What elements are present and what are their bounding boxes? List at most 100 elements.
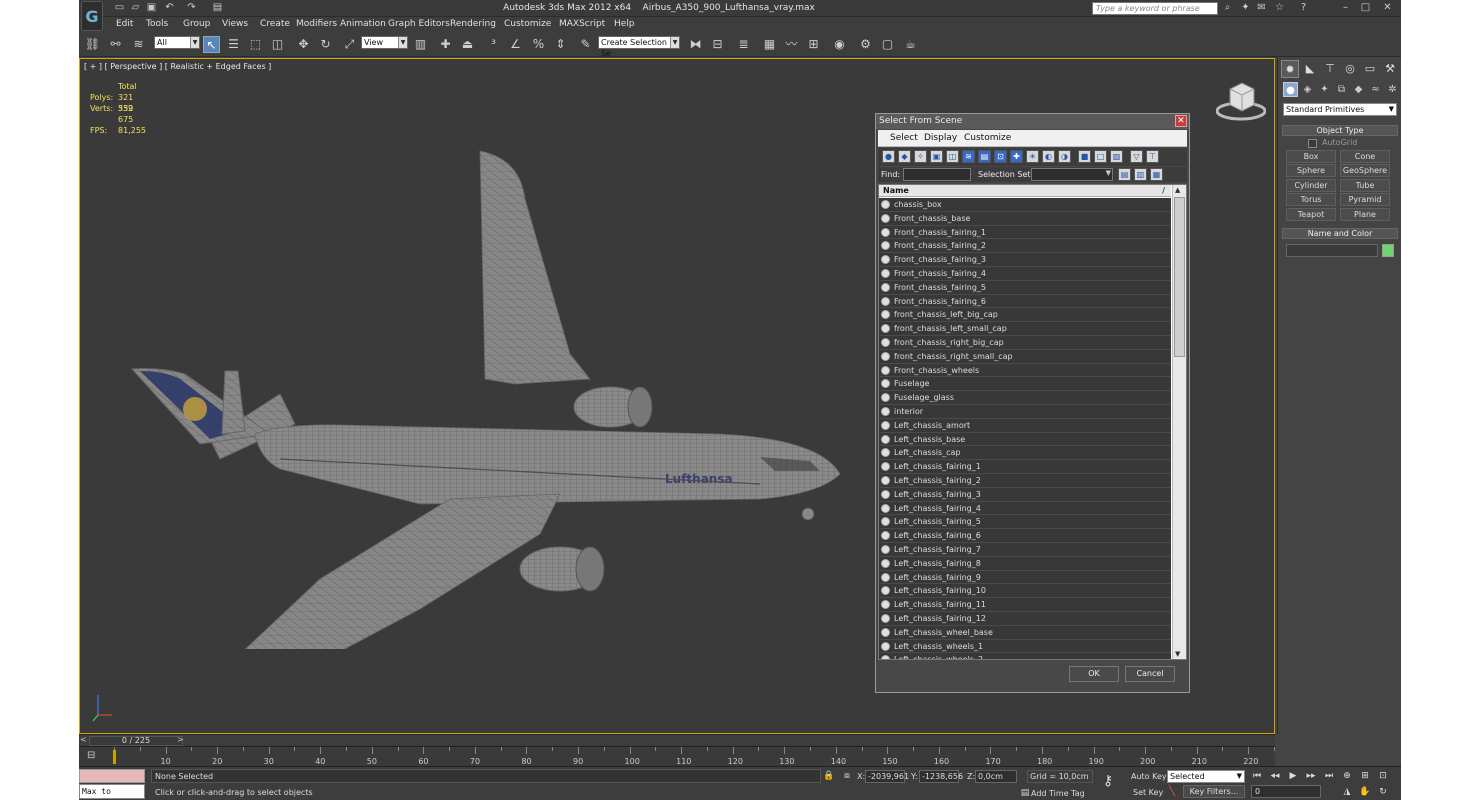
field-of-view-icon[interactable]: ◮ [1341, 786, 1353, 798]
list-item[interactable]: Front_chassis_fairing_2 [879, 239, 1171, 254]
geometry-icon[interactable]: ● [1283, 82, 1298, 97]
display-all-icon[interactable]: ☀ [1026, 150, 1039, 163]
x-coordinate-field[interactable]: -2039,961 [865, 770, 909, 783]
helpers-icon[interactable]: ◆ [1351, 82, 1366, 97]
pan-icon[interactable]: ✋ [1359, 786, 1371, 798]
primitive-plane-button[interactable]: Plane [1340, 208, 1390, 221]
list-item[interactable]: front_chassis_right_big_cap [879, 336, 1171, 350]
object-color-swatch[interactable] [1382, 244, 1394, 257]
list-item[interactable]: Left_chassis_fairing_7 [879, 543, 1171, 557]
time-next-icon[interactable]: > [177, 735, 184, 744]
render-production-icon[interactable]: ☕ [902, 36, 919, 53]
lock-selection-icon[interactable]: 🔒 [823, 770, 835, 782]
display-none-icon[interactable]: ◐ [1042, 150, 1055, 163]
list-item[interactable]: Left_chassis_fairing_6 [879, 529, 1171, 543]
cameras-icon[interactable]: ⧉ [1334, 82, 1349, 97]
list-item[interactable]: Left_chassis_cap [879, 446, 1171, 461]
set-key-icon[interactable]: ⚷ [1103, 773, 1123, 793]
window-crossing-icon[interactable]: ◫ [269, 36, 286, 53]
maxscript-listener-mini[interactable] [79, 769, 145, 783]
graphite-tools-icon[interactable]: ▦ [761, 36, 778, 53]
select-all-icon[interactable]: ■ [1078, 150, 1091, 163]
select-by-name-icon[interactable]: ☰ [225, 36, 242, 53]
motion-tab-icon[interactable]: ◎ [1341, 60, 1359, 78]
utilities-tab-icon[interactable]: ⚒ [1381, 60, 1399, 78]
list-item[interactable]: Left_chassis_wheel_base [879, 625, 1171, 640]
menu-customize[interactable]: Customize [504, 19, 551, 29]
primitive-sphere-button[interactable]: Sphere [1286, 164, 1336, 177]
scene-object-list[interactable]: Name / chassis_box Front_chassis_base Front… [878, 184, 1187, 660]
set-key-button[interactable]: Set Key [1133, 788, 1163, 797]
remove-from-set-icon[interactable]: ▦ [1150, 168, 1163, 181]
list-scrollbar[interactable]: ▲ ▼ [1172, 185, 1186, 659]
project-folder-icon[interactable]: ▤ [211, 2, 224, 14]
menu-tools[interactable]: Tools [146, 19, 168, 29]
material-editor-icon[interactable]: ◉ [831, 36, 848, 53]
display-groups-icon[interactable]: ▤ [978, 150, 991, 163]
aircraft-wireframe-model[interactable]: Lufthansa [120, 139, 860, 649]
menu-create[interactable]: Create [260, 19, 290, 29]
list-item[interactable]: Left_chassis_fairing_1 [879, 460, 1171, 474]
list-item[interactable]: Front_chassis_fairing_1 [879, 225, 1171, 240]
mini-curve-editor-icon[interactable]: ⊟ [87, 750, 101, 762]
curve-editor-icon[interactable]: 〰 [783, 36, 800, 53]
close-icon[interactable]: ✕ [1175, 115, 1187, 127]
list-item[interactable]: Front_chassis_wheels [879, 363, 1171, 378]
menu-edit[interactable]: Edit [116, 19, 133, 29]
go-to-end-icon[interactable]: ⏭ [1323, 770, 1335, 782]
binoculars-icon[interactable]: ⌕ [1221, 2, 1234, 14]
menu-animation[interactable]: Animation [340, 19, 386, 29]
primitive-torus-button[interactable]: Torus [1286, 193, 1336, 206]
lights-icon[interactable]: ✦ [1317, 82, 1332, 97]
scale-icon[interactable]: ⤢ [341, 36, 358, 53]
primitive-box-button[interactable]: Box [1286, 150, 1336, 163]
current-frame-marker[interactable] [113, 750, 116, 764]
display-lights-icon[interactable]: ✧ [914, 150, 927, 163]
select-manipulate-icon[interactable]: ✚ [437, 36, 454, 53]
go-to-start-icon[interactable]: ⏮ [1251, 770, 1263, 782]
current-frame-field[interactable]: 0 [1251, 785, 1321, 798]
schematic-view-icon[interactable]: ⊞ [805, 36, 822, 53]
selection-set-dropdown[interactable]: ▼ [1031, 168, 1113, 181]
shapes-icon[interactable]: ◈ [1300, 82, 1315, 97]
rendered-frame-icon[interactable]: ▢ [879, 36, 896, 53]
list-item[interactable]: Left_chassis_wheels_2 [879, 653, 1171, 659]
menu-maxscript[interactable]: MAXScript [559, 19, 605, 29]
primitive-cone-button[interactable]: Cone [1340, 150, 1390, 163]
open-file-icon[interactable]: ▱ [129, 2, 142, 14]
time-prev-icon[interactable]: < [80, 735, 87, 744]
list-item[interactable]: Left_chassis_fairing_12 [879, 612, 1171, 626]
reference-coordinate-dropdown[interactable]: View ▼ [361, 36, 408, 49]
angle-snap-icon[interactable]: ∠ [507, 36, 524, 53]
invert-display-icon[interactable]: ◑ [1058, 150, 1071, 163]
display-cameras-icon[interactable]: ▣ [930, 150, 943, 163]
selection-filter-dropdown[interactable]: All ▼ [154, 36, 200, 49]
ok-button[interactable]: OK [1069, 666, 1119, 682]
rectangular-selection-icon[interactable]: ⬚ [247, 36, 264, 53]
list-item[interactable]: chassis_box [879, 198, 1171, 212]
menu-rendering[interactable]: Rendering [450, 19, 496, 29]
list-item[interactable]: Front_chassis_base [879, 211, 1171, 226]
add-time-tag-button[interactable]: Add Time Tag [1031, 789, 1085, 798]
create-tab-icon[interactable]: ✹ [1281, 60, 1299, 78]
time-slider[interactable]: 0 / 225 [89, 736, 183, 746]
viewport-label[interactable]: [ + ] [ Perspective ] [ Realistic + Edge… [84, 62, 271, 71]
display-bones-icon[interactable]: ✚ [1010, 150, 1023, 163]
select-object-icon[interactable]: ↖ [203, 36, 220, 53]
cancel-button[interactable]: Cancel [1125, 666, 1175, 682]
play-icon[interactable]: ▶ [1287, 770, 1299, 782]
category-dropdown[interactable]: Standard Primitives ▼ [1283, 103, 1397, 116]
new-file-icon[interactable]: ▭ [113, 2, 126, 14]
list-item[interactable]: Fuselage [879, 377, 1171, 392]
snaps-toggle-icon[interactable]: ³ [485, 36, 502, 53]
search-input[interactable]: Type a keyword or phrase [1092, 2, 1218, 15]
display-spacewarps-icon[interactable]: ≋ [962, 150, 975, 163]
help-icon[interactable]: ? [1297, 2, 1310, 14]
key-mode-dropdown[interactable]: Selected ▼ [1167, 770, 1245, 783]
align-icon[interactable]: ⊟ [709, 36, 726, 53]
edit-named-selection-icon[interactable]: ✎ [577, 36, 594, 53]
primitive-teapot-button[interactable]: Teapot [1286, 208, 1336, 221]
modify-tab-icon[interactable]: ◣ [1301, 60, 1319, 78]
list-item[interactable]: front_chassis_left_small_cap [879, 322, 1171, 336]
list-item[interactable]: Front_chassis_fairing_6 [879, 294, 1171, 309]
